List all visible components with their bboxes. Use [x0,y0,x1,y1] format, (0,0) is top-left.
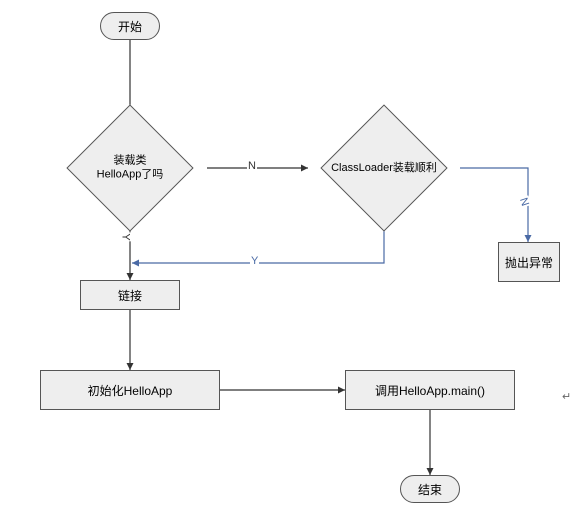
node-end-label: 结束 [418,481,442,498]
node-start-label: 开始 [118,18,142,35]
node-call-main: 调用HelloApp.main() [345,370,515,410]
node-decision-loaded: 装载类 HelloApp了吗 [85,123,175,213]
node-throw-exception: 抛出异常 [498,242,560,282]
node-link: 链接 [80,280,180,310]
edge-label-loaded-no: N [247,160,257,172]
node-decision-classloader: ClassLoader装载顺利 [339,123,429,213]
edge-label-loaded-yes: Y [120,232,132,241]
node-init: 初始化HelloApp [40,370,220,410]
edge-label-classloader-yes: Y [250,255,259,267]
node-end: 结束 [400,475,460,503]
node-throw-exception-label: 抛出异常 [505,254,553,271]
node-init-label: 初始化HelloApp [88,382,173,399]
node-start: 开始 [100,12,160,40]
edges-layer [0,0,574,521]
node-call-main-label: 调用HelloApp.main() [375,382,485,399]
footnote-mark: ↵ [562,390,571,403]
flowchart-canvas: 开始 装载类 HelloApp了吗 ClassLoader装载顺利 抛出异常 链… [0,0,574,521]
edge-label-classloader-no: N [517,195,531,208]
node-link-label: 链接 [118,287,142,304]
